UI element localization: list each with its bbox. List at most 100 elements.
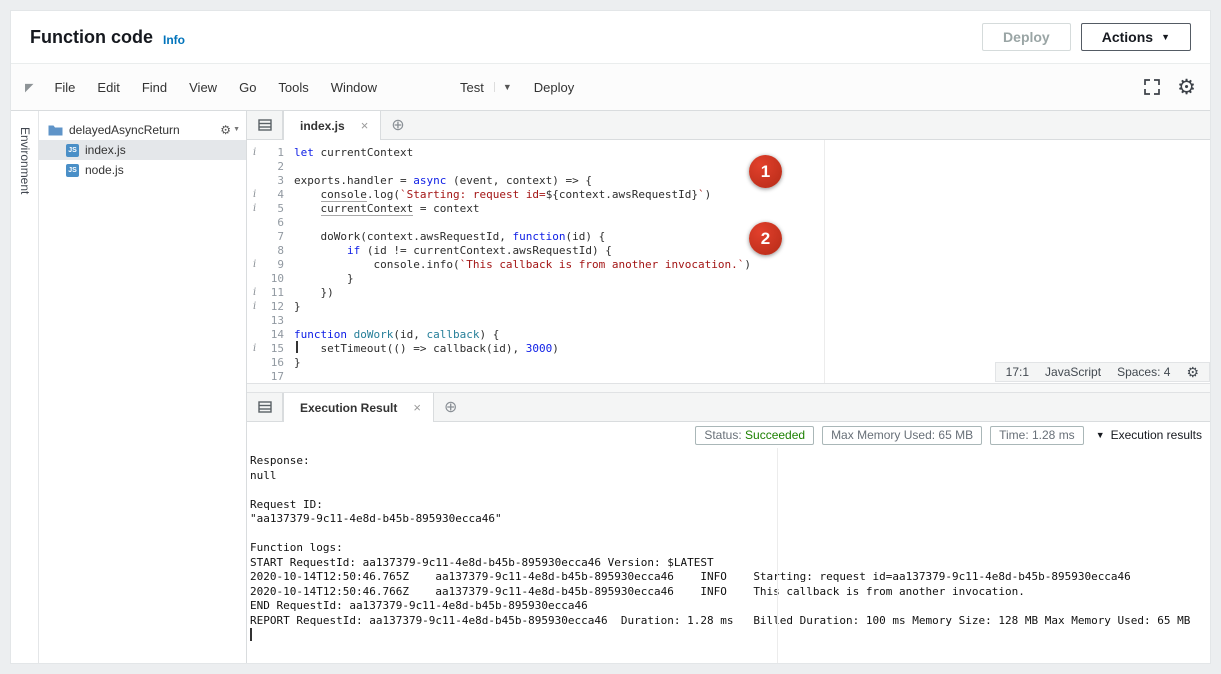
code-line[interactable] [294,314,1210,328]
file-tree: delayedAsyncReturn ⚙▼ JS index.js JS node.j… [39,111,247,663]
results-tabbar: Execution Result × ⊕ [247,393,1210,422]
page-title: Function code [30,27,153,48]
folder-icon [48,124,63,136]
result-badges-row: Status: SucceededMax Memory Used: 65 MBT… [247,422,1210,448]
gutter-line[interactable]: 10 [247,272,294,286]
add-tab-icon[interactable]: ⊕ [434,393,467,421]
log-line: REPORT RequestId: aa137379-9c11-4e8d-b45… [250,614,1210,629]
menu-items: FileEditFindViewGoToolsWindow [43,74,388,101]
caret-down-icon: ▼ [1161,33,1170,42]
menu-deploy[interactable]: Deploy [534,80,574,95]
gutter-line[interactable]: i9 [247,258,294,272]
environment-label: Environment [18,127,32,194]
log-line [250,483,1210,498]
tree-folder-row[interactable]: delayedAsyncReturn ⚙▼ [39,119,246,140]
gutter-line[interactable]: i1 [247,146,294,160]
log-line: null [250,469,1210,484]
language-mode[interactable]: JavaScript [1045,365,1101,379]
gutter-line[interactable]: 7 [247,230,294,244]
statusbar-gear-icon[interactable]: ⚙ [1186,365,1199,379]
tree-files: JS index.js JS node.js [39,140,246,180]
tab-list-icon[interactable] [247,111,283,139]
cursor-position[interactable]: 17:1 [1006,365,1029,379]
close-icon[interactable]: × [361,118,369,133]
js-file-icon: JS [66,144,79,157]
tab-execution-result[interactable]: Execution Result × [283,393,434,422]
menu-window[interactable]: Window [320,74,388,101]
tab-list-icon[interactable] [247,393,283,421]
execution-results-toggle[interactable]: ▼ Execution results [1096,428,1202,442]
log-line: "aa137379-9c11-4e8d-b45b-895930ecca46" [250,512,1210,527]
gutter-line[interactable]: 14 [247,328,294,342]
info-annotation-icon: i [253,146,256,160]
gutter-line[interactable]: 16 [247,356,294,370]
gutter-line[interactable]: 17 [247,370,294,383]
function-code-card: Function code Info Deploy Actions ▼ ◤ Fi… [10,10,1211,664]
menu-view[interactable]: View [178,74,228,101]
collapse-menu-icon[interactable]: ◤ [25,81,33,94]
code-line[interactable]: } [294,272,1210,286]
log-lines: Response:nullRequest ID:"aa137379-9c11-4… [250,454,1210,643]
fullscreen-icon[interactable] [1143,78,1161,96]
panel-divider[interactable] [247,383,1210,393]
file-name: index.js [85,143,126,157]
gutter-line[interactable]: i12 [247,300,294,314]
gutter-line[interactable]: i15 [247,342,294,356]
gutter-line[interactable]: i11 [247,286,294,300]
info-link[interactable]: Info [163,33,185,47]
menu-edit[interactable]: Edit [86,74,130,101]
print-margin [824,140,825,383]
gutter[interactable]: i123i4i5678i910i11i121314i151617 [247,146,294,383]
deploy-button[interactable]: Deploy [982,23,1071,51]
gutter-line[interactable]: 13 [247,314,294,328]
tree-file-node.js[interactable]: JS node.js [39,160,246,180]
file-name: node.js [85,163,124,177]
text-cursor [250,628,252,641]
test-dropdown[interactable]: Test ▼ [460,80,512,95]
menu-file[interactable]: File [43,74,86,101]
add-tab-icon[interactable]: ⊕ [381,111,414,139]
main-area: Environment delayedAsyncReturn ⚙▼ JS inde… [11,111,1210,663]
code-line[interactable]: setTimeout(() => callback(id), 3000) [294,342,1210,356]
result-badges: Status: SucceededMax Memory Used: 65 MBT… [695,426,1083,445]
tree-gear-icon[interactable]: ⚙▼ [220,123,240,137]
code-line[interactable]: console.info(`This callback is from anot… [294,258,1210,272]
code-editor[interactable]: i123i4i5678i910i11i121314i151617 let cur… [247,140,1210,383]
menu-find[interactable]: Find [131,74,178,101]
info-annotation-icon: i [253,258,256,272]
tree-file-index.js[interactable]: JS index.js [39,140,246,160]
code-line[interactable]: let currentContext [294,146,1210,160]
menu-go[interactable]: Go [228,74,267,101]
header: Function code Info Deploy Actions ▼ [11,11,1210,64]
folder-name: delayedAsyncReturn [69,123,214,137]
result-badge: Time: 1.28 ms [990,426,1084,445]
gutter-line[interactable]: 8 [247,244,294,258]
environment-strip[interactable]: Environment [11,111,39,663]
log-line: Function logs: [250,541,1210,556]
gutter-line[interactable]: 6 [247,216,294,230]
log-line [250,527,1210,542]
code-line[interactable]: console.log(`Starting: request id=${cont… [294,188,1210,202]
gutter-line[interactable]: i5 [247,202,294,216]
gutter-line[interactable]: i4 [247,188,294,202]
caret-down-icon: ▼ [494,82,512,92]
editor-zone: index.js × ⊕ i123i4i5678i910i11i121314i1… [247,111,1210,663]
log-line: START RequestId: aa137379-9c11-4e8d-b45b… [250,556,1210,571]
code-line[interactable]: }) [294,286,1210,300]
info-annotation-icon: i [253,202,256,216]
js-file-icon: JS [66,164,79,177]
spaces-setting[interactable]: Spaces: 4 [1117,365,1170,379]
settings-gear-icon[interactable]: ⚙ [1177,77,1196,98]
editor-menubar: ◤ FileEditFindViewGoToolsWindow Test ▼ D… [11,64,1210,111]
code-line[interactable]: currentContext = context [294,202,1210,216]
actions-button[interactable]: Actions ▼ [1081,23,1191,51]
gutter-line[interactable]: 2 [247,160,294,174]
gutter-line[interactable]: 3 [247,174,294,188]
menu-tools[interactable]: Tools [267,74,319,101]
annotation-badge-2: 2 [749,222,782,255]
log-line: END RequestId: aa137379-9c11-4e8d-b45b-8… [250,599,1210,614]
code-line[interactable]: function doWork(id, callback) { [294,328,1210,342]
code-line[interactable]: } [294,300,1210,314]
tab-index-js[interactable]: index.js × [283,111,381,140]
close-icon[interactable]: × [413,400,421,415]
